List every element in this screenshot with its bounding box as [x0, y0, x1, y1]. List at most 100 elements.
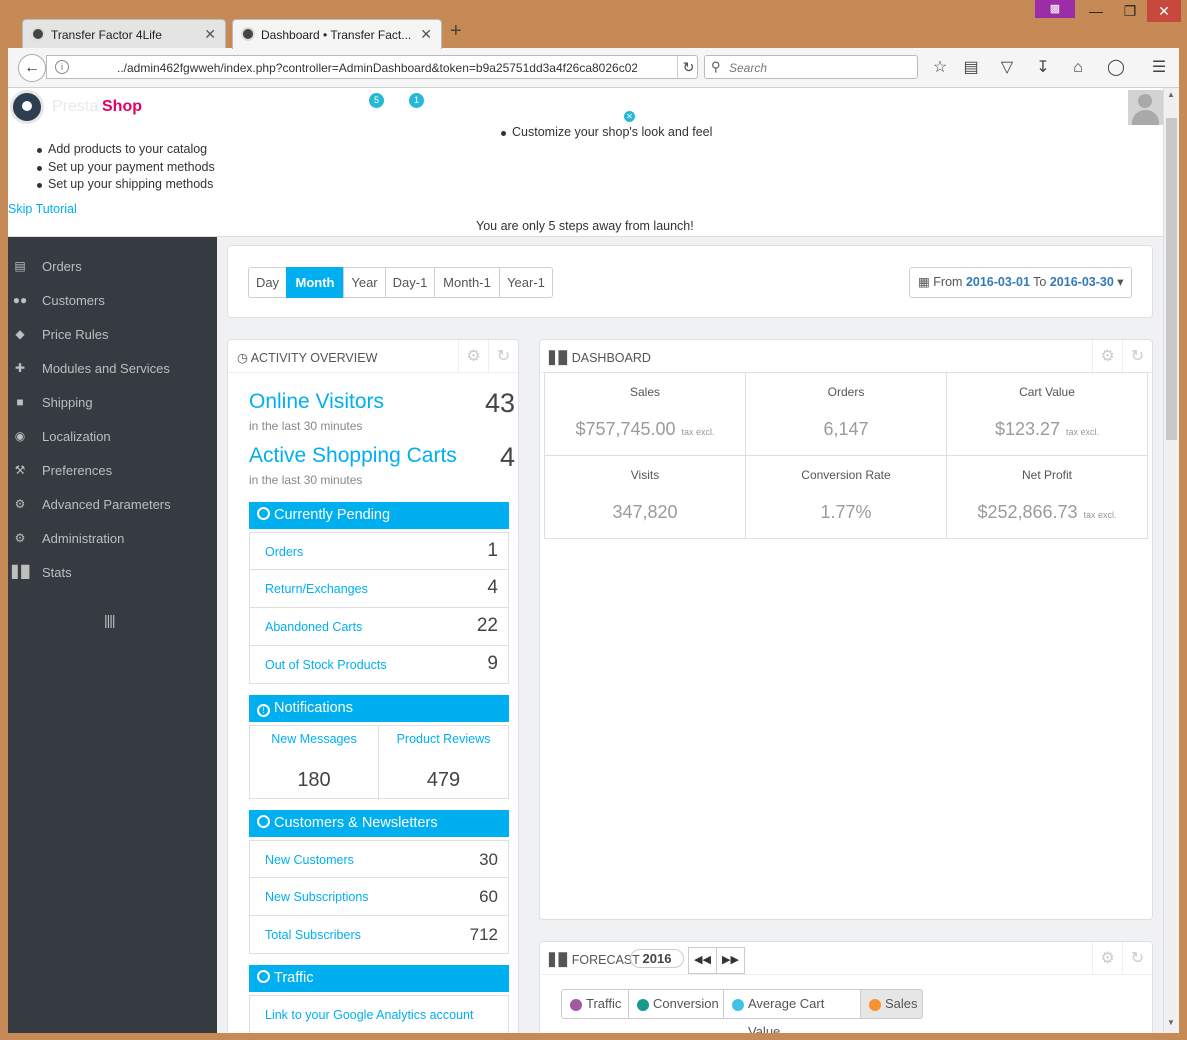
pending-orders-label[interactable]: Orders	[265, 545, 303, 559]
scroll-up-icon[interactable]: ▲	[1167, 90, 1175, 99]
url-bar[interactable]: i ../admin462fgwweh/index.php?controller…	[46, 55, 698, 79]
online-visitors-sub: in the last 30 minutes	[249, 419, 363, 433]
reading-list-icon[interactable]: ▤	[960, 58, 982, 78]
scrollbar-thumb[interactable]	[1166, 118, 1177, 440]
range-year-button[interactable]: Year	[343, 267, 386, 298]
date-range-panel: Day Month Year Day-1 Month-1 Year-1 ▦ Fr…	[227, 245, 1153, 318]
legend-conversion-button[interactable]: Conversion	[628, 989, 724, 1019]
reload-icon[interactable]: ↻	[677, 56, 699, 78]
total-subscribers-label[interactable]: Total Subscribers	[265, 928, 361, 942]
legend-dot	[732, 999, 744, 1011]
notification-badge[interactable]: 5	[369, 93, 384, 108]
info-icon[interactable]: i	[55, 60, 69, 74]
avatar[interactable]	[1128, 90, 1163, 125]
sidebar-item-administration[interactable]: ⚙ Administration	[8, 521, 217, 555]
exclamation-icon: !	[257, 704, 270, 717]
search-input[interactable]: ⚲ Search	[704, 55, 918, 79]
kpi-value: 1.77%	[820, 502, 872, 522]
bookmark-star-icon[interactable]: ☆	[929, 58, 951, 78]
chat-bubble-icon[interactable]: ◯	[1105, 58, 1127, 78]
kpi-visits[interactable]: Visits 347,820	[544, 455, 746, 539]
kpi-label: Visits	[630, 468, 660, 482]
table-row[interactable]: New Subscriptions 60	[249, 878, 509, 916]
browser-tab-2[interactable]: Dashboard • Transfer Fact... ✕	[232, 19, 442, 49]
back-button[interactable]: ←	[18, 54, 46, 82]
wrench-icon: ⚒	[14, 463, 26, 477]
url-text[interactable]: ../admin462fgwweh/index.php?controller=A…	[117, 61, 637, 75]
refresh-icon[interactable]: ↻	[1122, 942, 1152, 975]
sidebar-item-price-rules[interactable]: ◆ Price Rules	[8, 317, 217, 351]
online-visitors-label[interactable]: Online Visitors	[249, 390, 384, 414]
kpi-net-profit[interactable]: Net Profit $252,866.73 tax excl.	[946, 455, 1148, 539]
product-reviews-label[interactable]: Product Reviews	[379, 732, 508, 746]
legend-sales-button[interactable]: Sales	[860, 989, 923, 1019]
sidebar-item-preferences[interactable]: ⚒ Preferences	[8, 453, 217, 487]
scroll-down-icon[interactable]: ▼	[1167, 1018, 1175, 1027]
tour-step-products: Add products to your catalog	[36, 142, 208, 156]
date-picker-button[interactable]: ▦ From 2016-03-01 To 2016-03-30 ▾	[909, 267, 1132, 298]
new-messages-cell[interactable]: New Messages 180	[250, 726, 379, 800]
table-row[interactable]: Out of Stock Products 9	[249, 646, 509, 684]
prestashop-logo-icon[interactable]	[10, 90, 44, 124]
legend-average-cart-value-button[interactable]: Average Cart Value	[723, 989, 861, 1033]
pocket-icon[interactable]: ▽	[996, 58, 1018, 78]
home-icon[interactable]: ⌂	[1067, 58, 1089, 78]
close-tab-icon[interactable]: ✕	[420, 26, 432, 43]
kpi-cart-value[interactable]: Cart Value $123.27 tax excl.	[946, 372, 1148, 456]
returns-label[interactable]: Return/Exchanges	[265, 582, 368, 596]
sidebar-item-advanced-parameters[interactable]: ⚙ Advanced Parameters	[8, 487, 217, 521]
new-customers-label[interactable]: New Customers	[265, 853, 354, 867]
gear-icon[interactable]: ⚙	[1092, 942, 1122, 975]
kpi-sales[interactable]: Sales $757,745.00 tax excl.	[544, 372, 746, 456]
refresh-icon[interactable]: ↻	[1122, 340, 1152, 373]
range-month-prev-button[interactable]: Month-1	[434, 267, 500, 298]
sidebar-item-shipping[interactable]: ■ Shipping	[8, 385, 217, 419]
browser-toolbar: i ../admin462fgwweh/index.php?controller…	[8, 48, 1179, 88]
table-row[interactable]: Return/Exchanges 4	[249, 570, 509, 608]
legend-traffic-button[interactable]: Traffic	[561, 989, 629, 1019]
out-of-stock-label[interactable]: Out of Stock Products	[265, 658, 387, 672]
range-day-button[interactable]: Day	[248, 267, 287, 298]
browser-tab-1[interactable]: Transfer Factor 4Life ✕	[22, 19, 226, 49]
gear-icon[interactable]: ⚙	[458, 340, 488, 373]
collapse-sidebar-icon[interactable]: ||||	[104, 612, 116, 628]
range-year-prev-button[interactable]: Year-1	[499, 267, 553, 298]
sidebar-item-localization[interactable]: ◉ Localization	[8, 419, 217, 453]
new-subscriptions-label[interactable]: New Subscriptions	[265, 890, 369, 904]
table-row[interactable]: Abandoned Carts 22	[249, 608, 509, 646]
kpi-orders[interactable]: Orders 6,147	[745, 372, 947, 456]
active-carts-label[interactable]: Active Shopping Carts	[249, 444, 457, 468]
refresh-icon[interactable]: ↻	[488, 340, 518, 373]
sidebar-item-modules[interactable]: ✚ Modules and Services	[8, 351, 217, 385]
notification-badge[interactable]: 1	[409, 93, 424, 108]
previous-year-button[interactable]: ◀◀	[688, 947, 717, 974]
page-scrollbar[interactable]: ▲ ▼	[1163, 88, 1179, 1033]
sidebar-item-customers[interactable]: ●● Customers	[8, 283, 217, 317]
from-date: 2016-03-01	[965, 275, 1030, 289]
table-row[interactable]: Link to your Google Analytics account	[249, 995, 509, 1033]
kpi-label: Cart Value	[1019, 385, 1075, 399]
kpi-conversion-rate[interactable]: Conversion Rate 1.77%	[745, 455, 947, 539]
table-row[interactable]: New Customers 30	[249, 840, 509, 878]
new-tab-button[interactable]: +	[450, 20, 462, 43]
next-year-button[interactable]: ▶▶	[716, 947, 745, 974]
panel-header: ▋▉ Dashboard ⚙ ↻	[540, 340, 1152, 373]
range-day-prev-button[interactable]: Day-1	[385, 267, 435, 298]
close-tab-icon[interactable]: ✕	[204, 26, 216, 43]
menu-hamburger-icon[interactable]: ☰	[1148, 58, 1170, 78]
download-icon[interactable]: ↧	[1032, 58, 1054, 78]
google-analytics-link[interactable]: Link to your Google Analytics account	[265, 1008, 473, 1022]
new-messages-label[interactable]: New Messages	[250, 732, 378, 746]
table-row[interactable]: Orders 1	[249, 532, 509, 570]
legend-dot	[637, 999, 649, 1011]
sidebar-item-orders[interactable]: ▤ Orders	[8, 249, 217, 283]
range-month-button[interactable]: Month	[286, 267, 344, 298]
close-tour-icon[interactable]: ✕	[624, 111, 635, 122]
product-reviews-cell[interactable]: Product Reviews 479	[379, 726, 508, 800]
gear-icon[interactable]: ⚙	[1092, 340, 1122, 373]
table-row[interactable]: Total Subscribers 712	[249, 916, 509, 954]
skip-tutorial-link[interactable]: Skip Tutorial	[8, 202, 77, 216]
abandoned-carts-label[interactable]: Abandoned Carts	[265, 620, 362, 634]
kpi-note: tax excl.	[681, 427, 715, 437]
sidebar-item-stats[interactable]: ▋▉ Stats	[8, 555, 217, 589]
